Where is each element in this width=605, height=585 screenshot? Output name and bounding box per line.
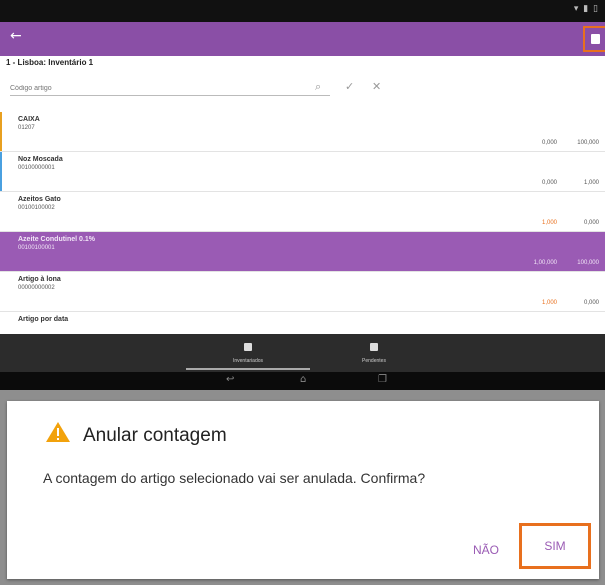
item-qty-counted: 1,000 [541,300,557,306]
list-item[interactable]: Artigo por data [0,312,605,334]
item-qty-expected: 100,000 [577,140,599,146]
item-qty-expected: 0,000 [583,220,599,226]
item-qty-expected: 1,000 [583,180,599,186]
back-arrow-icon[interactable]: ← [10,28,22,44]
dialog-title: Anular contagem [83,425,227,446]
toolbar-action-button[interactable] [583,26,605,52]
item-qty-expected: 0,000 [583,300,599,306]
list-item[interactable]: Azeitos Gato 00100100002 1,000 0,000 [0,192,605,232]
status-icons: ▾ ▮ ▯ [573,4,599,14]
tab-indicator [186,368,310,370]
warning-icon [46,422,70,442]
list-item-selected[interactable]: Azeite Condutinel 0.1% 00100100001 1,00,… [0,232,605,272]
list-item[interactable]: CAIXA 01207 0,000 100,000 [0,112,605,152]
list-icon [370,343,378,351]
home-icon[interactable]: ⌂ [300,374,306,385]
item-accent [0,152,2,191]
bottom-navigation: Inventariados Pendentes [0,334,605,372]
search-input[interactable] [10,82,330,96]
back-icon[interactable]: ↩ [226,374,234,385]
app-bar: ← [0,22,605,56]
check-icon[interactable]: ✓ [345,80,354,93]
system-nav-bar: ↩ ⌂ ❐ [0,372,605,390]
item-qty-counted: 1,00,000 [533,260,557,266]
page-title: 1 - Lisboa: Inventário 1 [6,58,94,67]
item-name: Azeite Condutinel 0.1% [18,236,96,243]
item-code: 00100100001 [18,245,55,251]
item-code: 01207 [18,125,35,131]
checkbox-icon [244,343,252,351]
list-item[interactable]: Noz Moscada 00100000001 0,000 1,000 [0,152,605,192]
clipboard-icon [590,34,600,44]
item-accent [0,112,2,151]
status-bar: ▾ ▮ ▯ [0,0,605,22]
search-icon[interactable]: ⌕ [315,80,321,94]
item-name: Artigo por data [18,316,69,323]
search-row: ⌕ ✓ ✕ [10,78,600,100]
item-qty-counted: 1,000 [541,220,557,226]
item-name: Artigo à lona [18,276,61,283]
close-icon[interactable]: ✕ [372,80,381,93]
no-button[interactable]: NÃO [473,543,499,557]
item-code: 00100100002 [18,205,55,211]
dialog-message: A contagem do artigo selecionado vai ser… [43,470,426,486]
tab-inventariados[interactable]: Inventariados [188,338,308,364]
item-code: 00100000001 [18,165,55,171]
confirm-dialog: Anular contagem A contagem do artigo sel… [7,401,599,579]
item-qty-counted: 0,000 [541,140,557,146]
list-item[interactable]: Artigo à lona 00000000002 1,000 0,000 [0,272,605,312]
item-code: 00000000002 [18,285,55,291]
item-qty-expected: 100,000 [577,260,599,266]
tab-label: Pendentes [362,358,386,364]
yes-button[interactable]: SIM [519,523,591,569]
item-name: Noz Moscada [18,156,63,163]
item-name: Azeitos Gato [18,196,61,203]
item-name: CAIXA [18,116,40,123]
tab-pendentes[interactable]: Pendentes [314,338,434,364]
item-list[interactable]: CAIXA 01207 0,000 100,000 Noz Moscada 00… [0,112,605,334]
tab-label: Inventariados [232,358,264,364]
recents-icon[interactable]: ❐ [378,374,387,385]
item-qty-counted: 0,000 [541,180,557,186]
